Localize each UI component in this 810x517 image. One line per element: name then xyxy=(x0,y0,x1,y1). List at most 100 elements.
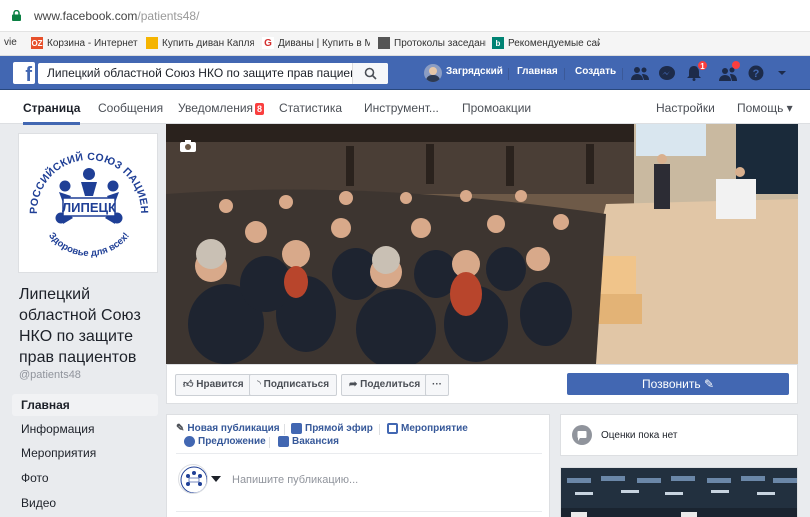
live-video-link[interactable]: Прямой эфир xyxy=(291,423,373,434)
bookmark-sofas[interactable]: G Диваны | Купить в М xyxy=(262,37,370,49)
pencil-icon: ✎ xyxy=(703,377,715,391)
bookmark-label: Купить диван Капля xyxy=(162,37,254,49)
new-post-label: Новая публикация xyxy=(187,423,280,434)
tab-notifications[interactable]: Уведомления 8 xyxy=(178,101,265,115)
ozon-icon: OZ xyxy=(31,37,43,49)
tab-settings[interactable]: Настройки xyxy=(656,101,715,115)
call-label: Позвонить xyxy=(641,377,701,391)
search-input[interactable]: Липецкий областной Союз НКО по защите пр… xyxy=(38,63,388,84)
page-tabs: Страница Сообщения Уведомления 8 Статисти… xyxy=(0,90,810,125)
bookmark-protocols[interactable]: Протоколы заседани xyxy=(378,37,486,49)
rss-icon: ◝ xyxy=(257,379,261,390)
search-button[interactable] xyxy=(352,63,388,84)
page-avatar[interactable]: ВСЕРОССИЙСКИЙ СОЮЗ ПАЦИЕНТОВ ЛИПЕЦК Здор… xyxy=(15,125,158,273)
page-actions-bar: 👍︎ Нравится ◝ Подписаться ➦ Поделиться ·… xyxy=(166,364,798,404)
document-icon xyxy=(378,37,390,49)
cover-photo[interactable] xyxy=(166,124,798,364)
lock-icon xyxy=(12,10,21,21)
share-icon: ➦ xyxy=(349,379,358,390)
bookmark-label: vie xyxy=(4,37,17,48)
briefcase-icon xyxy=(278,436,289,447)
search-icon xyxy=(364,67,377,80)
bookmark-recommended[interactable]: b Рекомендуемые сай xyxy=(492,37,600,49)
bookmark-label: Корзина - Интернет xyxy=(47,37,138,49)
left-nav-photos[interactable]: Фото xyxy=(12,467,158,489)
live-label: Прямой эфир xyxy=(305,423,373,434)
tab-promotions[interactable]: Промоакции xyxy=(462,101,531,115)
hall-photo xyxy=(561,468,797,517)
bookmark-sofa[interactable]: Купить диван Капля xyxy=(146,37,254,49)
bookmark-cart[interactable]: OZ Корзина - Интернет xyxy=(31,37,139,49)
tab-notifications-label: Уведомления xyxy=(178,101,254,115)
tab-messages[interactable]: Сообщения xyxy=(98,101,163,115)
new-post-link[interactable]: ✎ Новая публикация xyxy=(176,423,280,434)
caret-down-icon[interactable] xyxy=(211,476,221,482)
messenger-icon[interactable] xyxy=(658,65,676,81)
pencil-icon: ✎ xyxy=(176,423,185,434)
tab-help[interactable]: Помощь ▾ xyxy=(737,101,793,115)
tab-page[interactable]: Страница xyxy=(23,101,81,125)
video-icon xyxy=(291,423,302,434)
share-button[interactable]: ➦ Поделиться xyxy=(341,374,429,396)
notifications-badge: 1 xyxy=(697,60,708,71)
offer-link[interactable]: Предложение xyxy=(184,436,266,447)
avatar[interactable] xyxy=(424,64,442,82)
ratings-text: Оценки пока нет xyxy=(601,430,678,441)
bing-icon: b xyxy=(492,37,504,49)
logo-center-text: ЛИПЕЦК xyxy=(62,200,116,215)
tab-tools[interactable]: Инструмент... xyxy=(364,101,439,115)
offer-label: Предложение xyxy=(198,436,266,447)
camera-icon[interactable] xyxy=(180,140,196,152)
bookmark-label: Диваны | Купить в М xyxy=(278,37,370,49)
url-text[interactable]: www.facebook.com/patients48/ xyxy=(34,9,199,23)
post-input[interactable]: Напишите публикацию... xyxy=(232,474,358,486)
logo-bottom-text: Здоровье для всех! xyxy=(46,230,132,259)
create-link[interactable]: Создать xyxy=(575,66,616,77)
share-label: Поделиться xyxy=(360,379,421,390)
facebook-top-bar: f Липецкий областной Союз НКО по защите … xyxy=(0,56,810,90)
event-label: Мероприятие xyxy=(401,423,468,434)
left-nav-info[interactable]: Информация xyxy=(12,418,158,440)
photo-thumbnail[interactable] xyxy=(560,467,798,517)
job-link[interactable]: Вакансия xyxy=(278,436,339,447)
left-nav-videos[interactable]: Видео xyxy=(12,492,158,514)
page-title: Липецкий областной Союз НКО по защите пр… xyxy=(19,286,141,366)
notifications-tab-badge: 8 xyxy=(255,103,265,115)
post-composer: ✎ Новая публикация Прямой эфир Мероприяти… xyxy=(166,414,550,517)
left-nav-events[interactable]: Мероприятия xyxy=(12,442,158,464)
svg-text:Здоровье для всех!: Здоровье для всех! xyxy=(46,230,132,259)
home-link[interactable]: Главная xyxy=(517,66,558,77)
google-icon: G xyxy=(262,37,274,49)
folder-icon xyxy=(146,37,158,49)
bookmarks-bar: vie OZ Корзина - Интернет Купить диван Ка… xyxy=(0,32,810,56)
percent-icon xyxy=(184,436,195,447)
more-button[interactable]: ··· xyxy=(425,374,449,396)
alert-dot xyxy=(732,61,740,69)
chevron-down-icon[interactable] xyxy=(776,65,788,81)
help-icon[interactable]: ? xyxy=(747,65,765,81)
calendar-icon xyxy=(387,423,398,434)
thumbs-up-icon: 👍︎ xyxy=(183,379,194,390)
event-link[interactable]: Мероприятие xyxy=(387,423,468,434)
follow-button[interactable]: ◝ Подписаться xyxy=(249,374,338,396)
like-label: Нравится xyxy=(196,379,244,390)
bookmark-label: Протоколы заседани xyxy=(394,37,486,49)
address-bar[interactable]: www.facebook.com/patients48/ xyxy=(0,0,810,32)
like-button[interactable]: 👍︎ Нравится xyxy=(175,374,252,396)
follow-label: Подписаться xyxy=(263,379,330,390)
profile-link[interactable]: Загрядский xyxy=(446,66,503,77)
organization-logo: ВСЕРОССИЙСКИЙ СОЮЗ ПАЦИЕНТОВ ЛИПЕЦК Здор… xyxy=(15,125,150,259)
call-button[interactable]: Позвонить ✎ xyxy=(567,373,789,395)
bookmark-label: Рекомендуемые сай xyxy=(508,37,600,49)
svg-text:?: ? xyxy=(753,68,760,80)
page-handle[interactable]: @patients48 xyxy=(19,369,81,381)
page-avatar-small xyxy=(178,464,208,494)
left-nav-home[interactable]: Главная xyxy=(12,394,158,416)
facebook-logo-icon[interactable]: f xyxy=(13,62,35,84)
ratings-card: Оценки пока нет xyxy=(560,414,798,456)
conference-photo xyxy=(166,124,798,364)
tab-statistics[interactable]: Статистика xyxy=(279,101,342,115)
job-label: Вакансия xyxy=(292,436,339,447)
bookmark-ebay[interactable]: vie xyxy=(4,37,24,48)
friends-icon[interactable] xyxy=(631,65,649,81)
